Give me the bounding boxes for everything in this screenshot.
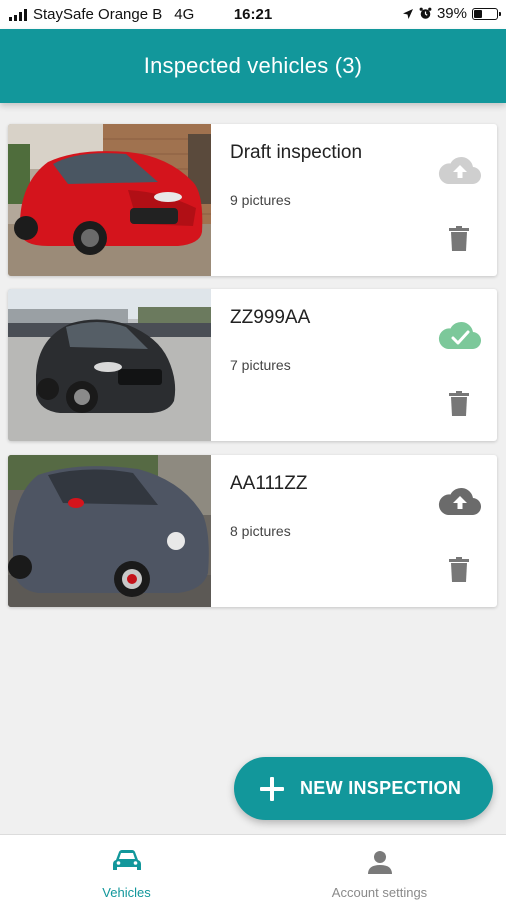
vehicle-title: ZZ999AA <box>230 307 311 328</box>
trash-icon[interactable] <box>448 226 470 252</box>
location-arrow-icon <box>402 8 413 19</box>
vehicle-card[interactable]: AA111ZZ 8 pictures <box>8 455 497 607</box>
vehicle-picture-count: 9 pictures <box>230 192 291 208</box>
new-inspection-label: NEW INSPECTION <box>300 778 462 798</box>
nav-label-vehicles: Vehicles <box>102 885 151 900</box>
new-inspection-button[interactable]: NEW INSPECTION <box>234 757 493 820</box>
vehicle-photo <box>8 124 211 276</box>
vehicle-photo <box>8 455 211 607</box>
bottom-nav: Vehicles Account settings <box>0 834 506 901</box>
vehicle-title: AA111ZZ <box>230 473 308 494</box>
battery-percent: 39% <box>436 5 467 22</box>
vehicle-card[interactable]: ZZ999AA 7 pictures <box>8 289 497 441</box>
trash-icon[interactable] <box>448 391 470 417</box>
app-bar: Inspected vehicles (3) <box>0 29 506 103</box>
cloud-upload-icon[interactable] <box>438 485 482 517</box>
vehicle-picture-count: 7 pictures <box>230 357 291 373</box>
page-title: Inspected vehicles (3) <box>143 53 363 78</box>
status-right: 39% <box>402 5 501 22</box>
nav-item-account-settings[interactable]: Account settings <box>253 835 506 901</box>
vehicle-title: Draft inspection <box>230 142 363 163</box>
vehicle-photo <box>8 289 211 441</box>
car-icon <box>112 850 141 870</box>
plus-icon <box>260 776 284 801</box>
vehicle-picture-count: 8 pictures <box>230 523 291 539</box>
person-icon <box>367 851 392 874</box>
cloud-upload-icon[interactable] <box>438 154 482 186</box>
battery-icon <box>472 7 501 20</box>
nav-item-vehicles[interactable]: Vehicles <box>0 835 253 901</box>
status-bar: StaySafe Orange B 4G 16:21 39% <box>0 0 506 29</box>
vehicle-card[interactable]: Draft inspection 9 pictures <box>8 124 497 276</box>
cloud-done-icon[interactable] <box>438 319 482 351</box>
battery-level <box>474 9 482 18</box>
nav-label-account-settings: Account settings <box>331 885 428 900</box>
alarm-icon <box>419 7 432 19</box>
trash-icon[interactable] <box>448 557 470 583</box>
